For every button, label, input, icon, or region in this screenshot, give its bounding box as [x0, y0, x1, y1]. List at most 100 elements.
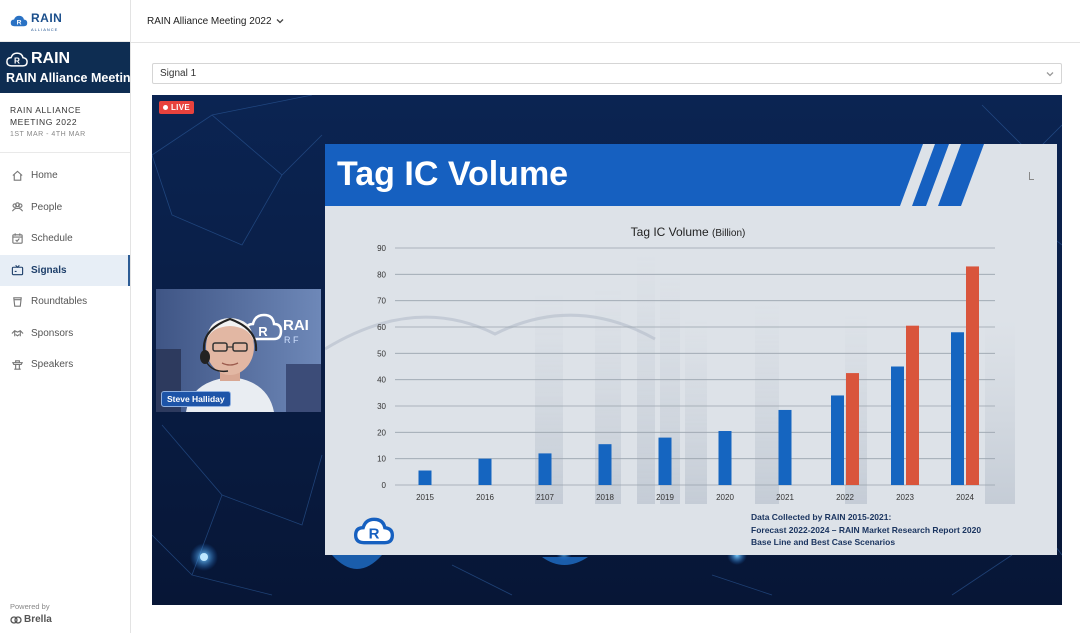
presenter-video: R RAI R F Steve Halliday	[156, 289, 321, 412]
video-player[interactable]: LIVE R RAI R F Steve Halliday Tag IC Vol…	[152, 95, 1062, 605]
svg-text:R: R	[258, 324, 268, 339]
brella-logo[interactable]: Brella	[10, 614, 52, 625]
chart-title-main: Tag IC Volume	[631, 225, 712, 239]
bar-2018	[598, 444, 612, 485]
bar-chart: Tag IC Volume (Billion) 0 10 20 30 40 50 60 70 8…	[325, 225, 1015, 504]
sidebar-item-schedule[interactable]: Schedule	[0, 223, 130, 255]
home-icon	[12, 170, 23, 181]
powered-label: Powered by	[10, 602, 50, 611]
logo-sub: ALLIANCE	[31, 27, 59, 32]
y-tick-label: 70	[377, 297, 386, 306]
y-tick-label: 50	[377, 349, 386, 358]
banner-title: RAIN Alliance Meeting	[6, 70, 139, 85]
sidebar-item-label: Roundtables	[31, 296, 88, 308]
sidebar-item-people[interactable]: People	[0, 192, 130, 224]
x-tick-label: 2021	[776, 493, 794, 502]
event-banner: R RAIN RAIN Alliance Meeting	[0, 42, 139, 93]
chart-title-unit: (Billion)	[712, 228, 745, 239]
event-dropdown-label: RAIN Alliance Meeting 2022	[147, 15, 272, 27]
y-tick-label: 90	[377, 244, 386, 253]
presenter-name-tag: Steve Halliday	[161, 391, 231, 407]
sidebar-item-label: Speakers	[31, 359, 74, 371]
y-tick-label: 10	[377, 455, 386, 464]
bar-2107	[538, 453, 552, 485]
sidebar-item-label: People	[31, 201, 63, 213]
sidebar-item-label: Signals	[31, 264, 67, 276]
bar-2024	[966, 266, 979, 485]
sidebar-item-label: Schedule	[31, 233, 73, 245]
chevron-down-icon	[1046, 71, 1054, 76]
slide-footnote: Data Collected by RAIN 2015-2021: Foreca…	[751, 511, 981, 549]
top-bar: RAIN Alliance Meeting 2022	[131, 0, 1080, 43]
logo-word: RAIN	[31, 11, 63, 25]
signal-select[interactable]: Signal 1	[152, 63, 1062, 84]
presentation-slide: Tag IC Volume Tag IC Volume (Billion) 0 …	[325, 144, 1057, 555]
event-dates: 1ST MAR - 4TH MAR	[10, 131, 86, 138]
x-tick-label: 2018	[596, 493, 614, 502]
svg-text:R: R	[369, 526, 380, 543]
slide-logo: R	[353, 517, 395, 545]
x-tick-label: 2015	[416, 493, 434, 502]
x-tick-label: 2107	[536, 493, 554, 502]
x-tick-label: 2020	[716, 493, 734, 502]
cloud-icon: R	[6, 51, 28, 67]
y-tick-label: 80	[377, 270, 386, 279]
handshake-icon	[11, 329, 24, 337]
cloud-icon: R	[10, 15, 28, 26]
podium-icon	[11, 360, 24, 370]
bar-2023	[891, 366, 904, 485]
x-tick-label: 2022	[836, 493, 854, 502]
event-dropdown[interactable]: RAIN Alliance Meeting 2022	[147, 16, 284, 27]
sidebar-item-label: Sponsors	[31, 327, 74, 339]
calendar-icon	[12, 233, 23, 244]
bar-2024	[951, 332, 964, 485]
banner-logo-word: RAIN	[31, 50, 71, 67]
powered-by: Powered by Brella	[10, 602, 52, 625]
y-tick-label: 0	[382, 481, 387, 490]
footnote-line: Data Collected by RAIN 2015-2021:	[751, 512, 892, 522]
brella-icon	[10, 615, 22, 624]
sidebar-item-signals[interactable]: Signals	[0, 254, 130, 286]
presenter-backdrop-text: RAI	[283, 317, 309, 334]
sidebar: R RAIN ALLIANCE R RAIN RAIN Alliance Mee…	[0, 0, 139, 633]
x-tick-label: 2024	[956, 493, 974, 502]
y-tick-label: 40	[377, 376, 386, 385]
people-icon	[11, 202, 24, 212]
x-tick-label: 2016	[476, 493, 494, 502]
bar-2022	[846, 373, 859, 485]
bar-2022	[831, 395, 844, 485]
chart-title: Tag IC Volume (Billion)	[631, 225, 746, 239]
chevron-down-icon	[276, 19, 283, 24]
sidebar-item-label: Home	[31, 170, 58, 182]
y-tick-label: 20	[377, 428, 386, 437]
sidebar-item-home[interactable]: Home	[0, 160, 130, 192]
sidebar-item-roundtables[interactable]: Roundtables	[0, 286, 130, 318]
sidebar-nav: Home People Schedule Signals Roundtables Spon…	[0, 160, 130, 381]
y-tick-label: 30	[377, 402, 386, 411]
sidebar-item-sponsors[interactable]: Sponsors	[0, 318, 130, 350]
live-badge: LIVE	[159, 101, 194, 114]
bar-2016	[478, 458, 492, 485]
rain-logo: R RAIN ALLIANCE	[10, 9, 62, 32]
presenter-backdrop-sub: R F	[284, 335, 299, 345]
tv-icon	[11, 264, 24, 275]
live-label: LIVE	[171, 103, 190, 112]
footnote-line: Forecast 2022-2024 – RAIN Market Researc…	[751, 524, 982, 535]
sidebar-item-speakers[interactable]: Speakers	[0, 349, 130, 381]
live-dot-icon	[163, 105, 168, 110]
bar-2020	[718, 431, 732, 485]
bar-2015	[418, 470, 432, 485]
cup-icon	[13, 297, 22, 307]
x-tick-label: 2023	[896, 493, 914, 502]
bar-2023	[906, 325, 919, 485]
event-info: RAIN ALLIANCE MEETING 2022 1ST MAR - 4TH…	[0, 93, 130, 153]
bar-2019	[658, 437, 672, 485]
brella-label: Brella	[24, 614, 52, 625]
x-tick-label: 2019	[656, 493, 674, 502]
signal-select-value: Signal 1	[160, 68, 197, 79]
sidebar-logo[interactable]: R RAIN ALLIANCE	[0, 0, 130, 42]
y-tick-label: 60	[377, 323, 386, 332]
event-name: RAIN ALLIANCE MEETING 2022	[10, 105, 82, 127]
svg-text:R: R	[14, 56, 20, 65]
svg-text:R: R	[17, 19, 22, 26]
